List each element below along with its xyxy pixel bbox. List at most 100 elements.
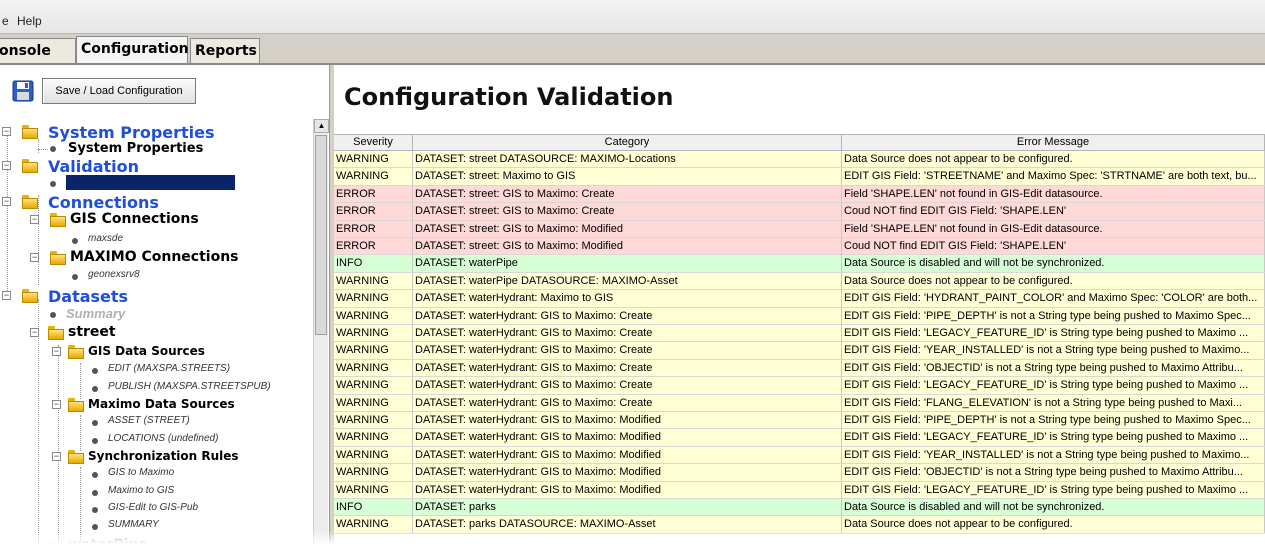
tree-expander-icon[interactable]: − bbox=[2, 127, 11, 136]
table-row[interactable]: WARNING DATASET: waterHydrant: Maximo to … bbox=[334, 290, 1265, 308]
tree-rule-summary[interactable]: SUMMARY bbox=[108, 519, 159, 530]
cell-category: DATASET: street: GIS to Maximo: Create bbox=[413, 185, 842, 203]
tree-expander-icon[interactable]: − bbox=[52, 452, 61, 461]
tree-expander-icon[interactable]: − bbox=[52, 400, 61, 409]
tree-maximo-source-locations[interactable]: LOCATIONS (undefined) bbox=[108, 433, 218, 444]
bullet-icon bbox=[92, 438, 98, 444]
bullet-icon bbox=[92, 490, 98, 496]
tree-maximo-data-sources[interactable]: Maximo Data Sources bbox=[88, 397, 235, 411]
table-row[interactable]: WARNING DATASET: waterHydrant: GIS to Max… bbox=[334, 481, 1265, 499]
tree-maximo-source-asset[interactable]: ASSET (STREET) bbox=[108, 415, 190, 426]
table-row[interactable]: WARNING DATASET: waterHydrant: GIS to Max… bbox=[334, 377, 1265, 395]
table-row[interactable]: ERROR DATASET: street: GIS to Maximo: Mod… bbox=[334, 220, 1265, 238]
table-row[interactable]: INFO DATASET: parks Data Source is disable… bbox=[334, 499, 1265, 517]
cell-error-message: Data Source does not appear to be config… bbox=[842, 272, 1265, 290]
scroll-up-icon[interactable]: ▲ bbox=[314, 119, 329, 133]
tree-expander-icon[interactable]: − bbox=[2, 161, 11, 170]
validation-panel: Configuration Validation Severity Catego… bbox=[334, 65, 1265, 544]
scroll-thumb[interactable] bbox=[315, 135, 327, 335]
tree-connections[interactable]: Connections bbox=[48, 193, 159, 212]
tab-configuration[interactable]: Configuration bbox=[76, 36, 189, 64]
bullet-icon bbox=[72, 274, 78, 280]
tree-system-properties[interactable]: System Properties bbox=[48, 123, 215, 142]
tree-gis-source-publish[interactable]: PUBLISH (MAXSPA.STREETSPUB) bbox=[108, 381, 271, 392]
column-header-category[interactable]: Category bbox=[413, 135, 842, 151]
tree-connection-geonexsrv8[interactable]: geonexsrv8 bbox=[88, 269, 140, 280]
cell-category: DATASET: parks bbox=[413, 499, 842, 516]
cell-category: DATASET: waterHydrant: GIS to Maximo: Mo… bbox=[413, 412, 842, 429]
table-row[interactable]: WARNING DATASET: waterHydrant: GIS to Max… bbox=[334, 394, 1265, 412]
table-row[interactable]: WARNING DATASET: waterHydrant: GIS to Max… bbox=[334, 325, 1265, 343]
menu-help[interactable]: Help bbox=[17, 14, 42, 28]
cell-error-message: EDIT GIS Field: 'YEAR_INSTALLED' is not … bbox=[842, 342, 1265, 360]
tree-expander-icon[interactable]: − bbox=[2, 291, 11, 300]
cell-category: DATASET: waterHydrant: GIS to Maximo: Cr… bbox=[413, 342, 842, 360]
tab-console[interactable]: onsole bbox=[0, 38, 76, 64]
tree-dataset-street[interactable]: street bbox=[68, 324, 116, 340]
tree-validation[interactable]: Validation bbox=[48, 157, 139, 176]
cell-category: DATASET: waterHydrant: GIS to Maximo: Cr… bbox=[413, 325, 842, 342]
tree-connector bbox=[80, 363, 81, 399]
table-row[interactable]: WARNING DATASET: waterHydrant: GIS to Max… bbox=[334, 446, 1265, 465]
tree-expander-icon[interactable]: − bbox=[30, 215, 39, 224]
cell-error-message: EDIT GIS Field: 'LEGACY_FEATURE_ID' is S… bbox=[842, 481, 1265, 499]
table-row[interactable]: WARNING DATASET: waterHydrant: GIS to Max… bbox=[334, 307, 1265, 325]
floppy-disk-icon[interactable] bbox=[12, 80, 34, 102]
bullet-icon bbox=[50, 146, 56, 152]
tree-maximo-connections[interactable]: MAXIMO Connections bbox=[70, 249, 239, 265]
cell-severity: WARNING bbox=[334, 446, 413, 464]
bullet-icon bbox=[92, 507, 98, 513]
column-header-severity[interactable]: Severity bbox=[334, 135, 413, 151]
table-row[interactable]: WARNING DATASET: waterHydrant: GIS to Max… bbox=[334, 342, 1265, 360]
menu-file[interactable]: e bbox=[2, 14, 9, 28]
bottom-fade bbox=[0, 530, 1265, 544]
column-header-error-message[interactable]: Error Message bbox=[842, 135, 1265, 151]
table-row[interactable]: WARNING DATASET: waterHydrant: GIS to Max… bbox=[334, 464, 1265, 482]
tree-rule-gis-edit-to-gis-pub[interactable]: GIS-Edit to GIS-Pub bbox=[108, 502, 198, 513]
table-row[interactable]: WARNING DATASET: waterPipe DATASOURCE: MA… bbox=[334, 272, 1265, 291]
table-row[interactable]: ERROR DATASET: street: GIS to Maximo: Cre… bbox=[334, 203, 1265, 221]
tree-expander-icon[interactable]: − bbox=[2, 197, 11, 206]
tree-scrollbar[interactable]: ▲ bbox=[313, 119, 329, 544]
tree-datasets[interactable]: Datasets bbox=[48, 287, 128, 306]
page-title: Configuration Validation bbox=[344, 83, 674, 111]
cell-error-message: EDIT GIS Field: 'YEAR_INSTALLED' is not … bbox=[842, 446, 1265, 464]
tree-rule-gis-to-maximo[interactable]: GIS to Maximo bbox=[108, 467, 174, 478]
config-tree: − System Properties System Properties − … bbox=[0, 119, 312, 544]
save-load-configuration-button[interactable]: Save / Load Configuration bbox=[42, 78, 196, 104]
cell-error-message: EDIT GIS Field: 'HYDRANT_PAINT_COLOR' an… bbox=[842, 290, 1265, 308]
tree-summary[interactable]: Summary bbox=[66, 306, 125, 321]
table-row[interactable]: ERROR DATASET: street: GIS to Maximo: Mod… bbox=[334, 238, 1265, 256]
table-row[interactable]: ERROR DATASET: street: GIS to Maximo: Cre… bbox=[334, 185, 1265, 204]
cell-error-message: Data Source is disabled and will not be … bbox=[842, 499, 1265, 516]
tree-synchronization-rules[interactable]: Synchronization Rules bbox=[88, 449, 239, 463]
config-sidebar: Save / Load Configuration − System Prope… bbox=[0, 65, 330, 544]
tree-expander-icon[interactable]: − bbox=[52, 347, 61, 356]
tree-expander-icon[interactable]: − bbox=[30, 328, 39, 337]
bullet-icon bbox=[50, 312, 56, 318]
cell-category: DATASET: street: GIS to Maximo: Create bbox=[413, 203, 842, 221]
tree-system-properties-item[interactable]: System Properties bbox=[68, 141, 203, 156]
tree-rule-maximo-to-gis[interactable]: Maximo to GIS bbox=[108, 485, 174, 496]
tree-expander-icon[interactable]: − bbox=[30, 253, 39, 262]
cell-category: DATASET: waterHydrant: GIS to Maximo: Mo… bbox=[413, 429, 842, 447]
bullet-icon bbox=[92, 386, 98, 392]
folder-icon bbox=[22, 289, 38, 303]
tree-gis-connections[interactable]: GIS Connections bbox=[70, 211, 199, 227]
table-row[interactable]: WARNING DATASET: waterHydrant: GIS to Max… bbox=[334, 429, 1265, 447]
tree-gis-data-sources[interactable]: GIS Data Sources bbox=[88, 344, 205, 358]
table-row[interactable]: WARNING DATASET: street: Maximo to GIS EDI… bbox=[334, 168, 1265, 186]
tab-reports[interactable]: Reports bbox=[190, 38, 260, 64]
tree-validate-configuration[interactable]: Validate Configuration bbox=[66, 175, 235, 190]
table-row[interactable]: INFO DATASET: waterPipe Data Source is dis… bbox=[334, 255, 1265, 273]
table-row[interactable]: WARNING DATASET: waterHydrant: GIS to Max… bbox=[334, 412, 1265, 430]
cell-severity: ERROR bbox=[334, 203, 413, 221]
cell-severity: ERROR bbox=[334, 238, 413, 255]
cell-category: DATASET: waterHydrant: GIS to Maximo: Cr… bbox=[413, 359, 842, 377]
tree-connector bbox=[58, 345, 59, 544]
tree-connector bbox=[80, 415, 81, 451]
table-row[interactable]: WARNING DATASET: street DATASOURCE: MAXIM… bbox=[334, 151, 1265, 169]
tree-gis-source-edit[interactable]: EDIT (MAXSPA.STREETS) bbox=[108, 363, 230, 374]
tree-connection-maxsde[interactable]: maxsde bbox=[88, 233, 123, 244]
table-row[interactable]: WARNING DATASET: waterHydrant: GIS to Max… bbox=[334, 359, 1265, 378]
